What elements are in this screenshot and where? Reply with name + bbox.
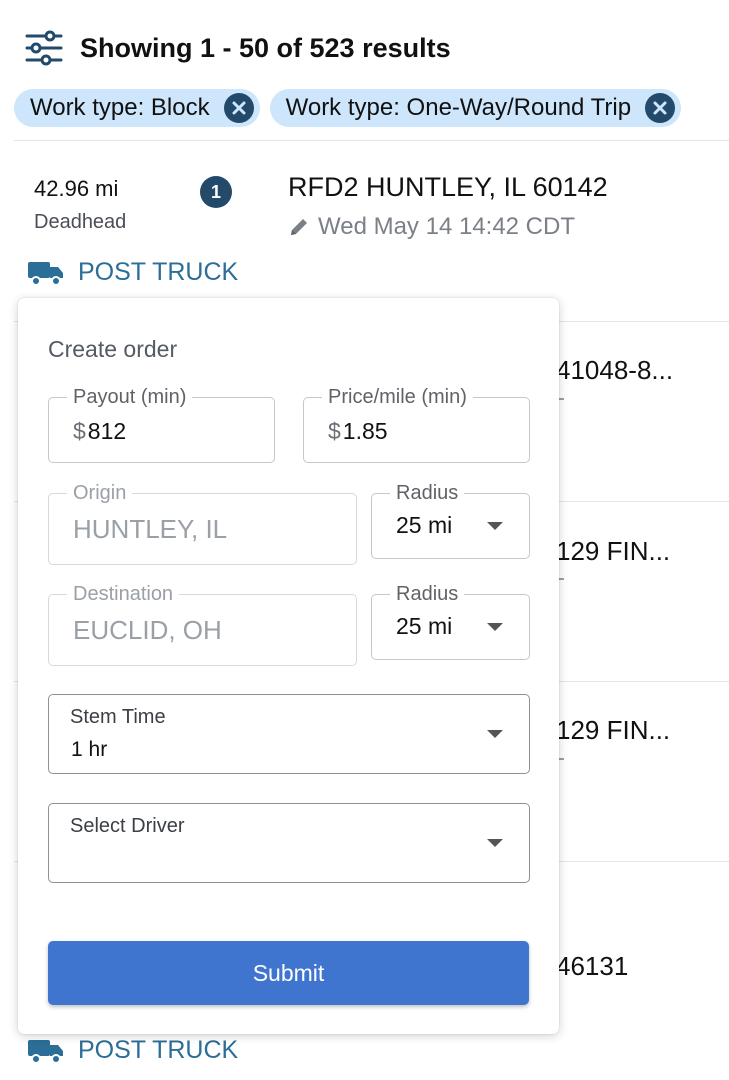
filter-chips: Work type: Block Work type: One-Way/Roun… [14, 89, 682, 127]
results-header: Showing 1 - 50 of 523 results [24, 28, 451, 68]
origin-radius-value: 25 mi [396, 512, 453, 538]
origin-radius-label: Radius [390, 481, 465, 505]
select-driver-dropdown[interactable]: Select Driver [48, 803, 530, 883]
destination-radius-label: Radius [390, 582, 465, 606]
post-truck-button[interactable]: POST TRUCK [28, 1036, 238, 1065]
chevron-down-icon [487, 522, 503, 530]
deadhead-label: Deadhead [34, 211, 127, 233]
filter-chip-block[interactable]: Work type: Block [14, 89, 260, 127]
load-card-route-partial[interactable]: 46131 [556, 951, 628, 982]
currency-prefix: $ [73, 418, 86, 444]
origin-radius-select[interactable]: Radius 25 mi [371, 481, 530, 559]
select-driver-label: Select Driver [70, 815, 185, 837]
truck-icon [28, 1039, 63, 1064]
post-truck-label: POST TRUCK [78, 258, 239, 286]
payout-value: 812 [87, 418, 127, 444]
close-circle-icon[interactable] [645, 93, 676, 123]
destination-field: Destination EUCLID, OH [48, 582, 357, 666]
origin-value: HUNTLEY, IL [73, 514, 228, 544]
stem-time-value: 1 hr [71, 738, 108, 761]
destination-value: EUCLID, OH [73, 615, 222, 645]
pencil-icon[interactable] [288, 216, 310, 238]
load-card-route-partial[interactable]: 41048-8... [556, 355, 673, 386]
origin-field: Origin HUNTLEY, IL [48, 481, 357, 565]
price-per-mile-field[interactable]: Price/mile (min) $1.85 [303, 385, 530, 463]
price-per-mile-label: Price/mile (min) [322, 385, 473, 409]
submit-button[interactable]: Submit [48, 941, 529, 1005]
price-per-mile-value-wrap: $1.85 [328, 418, 388, 445]
filter-chip-label: Work type: One-Way/Round Trip [285, 94, 632, 121]
payout-field[interactable]: Payout (min) $812 [48, 385, 275, 463]
destination-radius-value: 25 mi [396, 613, 453, 639]
create-order-popover: Create order Payout (min) $812 Price/mil… [18, 298, 559, 1034]
load-card-route-partial[interactable]: 129 FIN... [556, 536, 670, 567]
divider [14, 140, 729, 141]
post-truck-label: POST TRUCK [78, 1036, 239, 1064]
price-per-mile-value: 1.85 [342, 418, 388, 444]
stem-time-select[interactable]: Stem Time 1 hr [48, 694, 530, 774]
destination-label: Destination [67, 582, 180, 606]
truck-icon [28, 261, 63, 286]
filter-chip-one-way-round-trip[interactable]: Work type: One-Way/Round Trip [269, 89, 682, 127]
chevron-down-icon [487, 623, 503, 631]
origin-label: Origin [67, 481, 133, 505]
payout-label: Payout (min) [67, 385, 193, 409]
currency-prefix: $ [328, 418, 341, 444]
chevron-down-icon [487, 730, 503, 738]
pickup-time-text: Wed May 14 14:42 CDT [318, 213, 576, 240]
deadhead-distance: 42.96 mi [34, 176, 119, 201]
payout-value-wrap: $812 [73, 418, 126, 445]
stop-count-badge: 1 [200, 176, 232, 208]
create-order-title: Create order [48, 336, 178, 362]
post-truck-button[interactable]: POST TRUCK [28, 258, 238, 287]
load-card-route-partial[interactable]: 129 FIN... [556, 715, 670, 746]
stem-time-label: Stem Time [70, 706, 166, 728]
destination-radius-select[interactable]: Radius 25 mi [371, 582, 530, 660]
filter-sliders-icon[interactable] [24, 28, 64, 68]
chevron-down-icon [487, 839, 503, 847]
pickup-time: Wed May 14 14:42 CDT [288, 213, 575, 241]
close-circle-icon[interactable] [223, 93, 254, 123]
results-count: Showing 1 - 50 of 523 results [80, 32, 451, 63]
filter-chip-label: Work type: Block [30, 94, 210, 121]
route-title: RFD2 HUNTLEY, IL 60142 [288, 172, 608, 202]
